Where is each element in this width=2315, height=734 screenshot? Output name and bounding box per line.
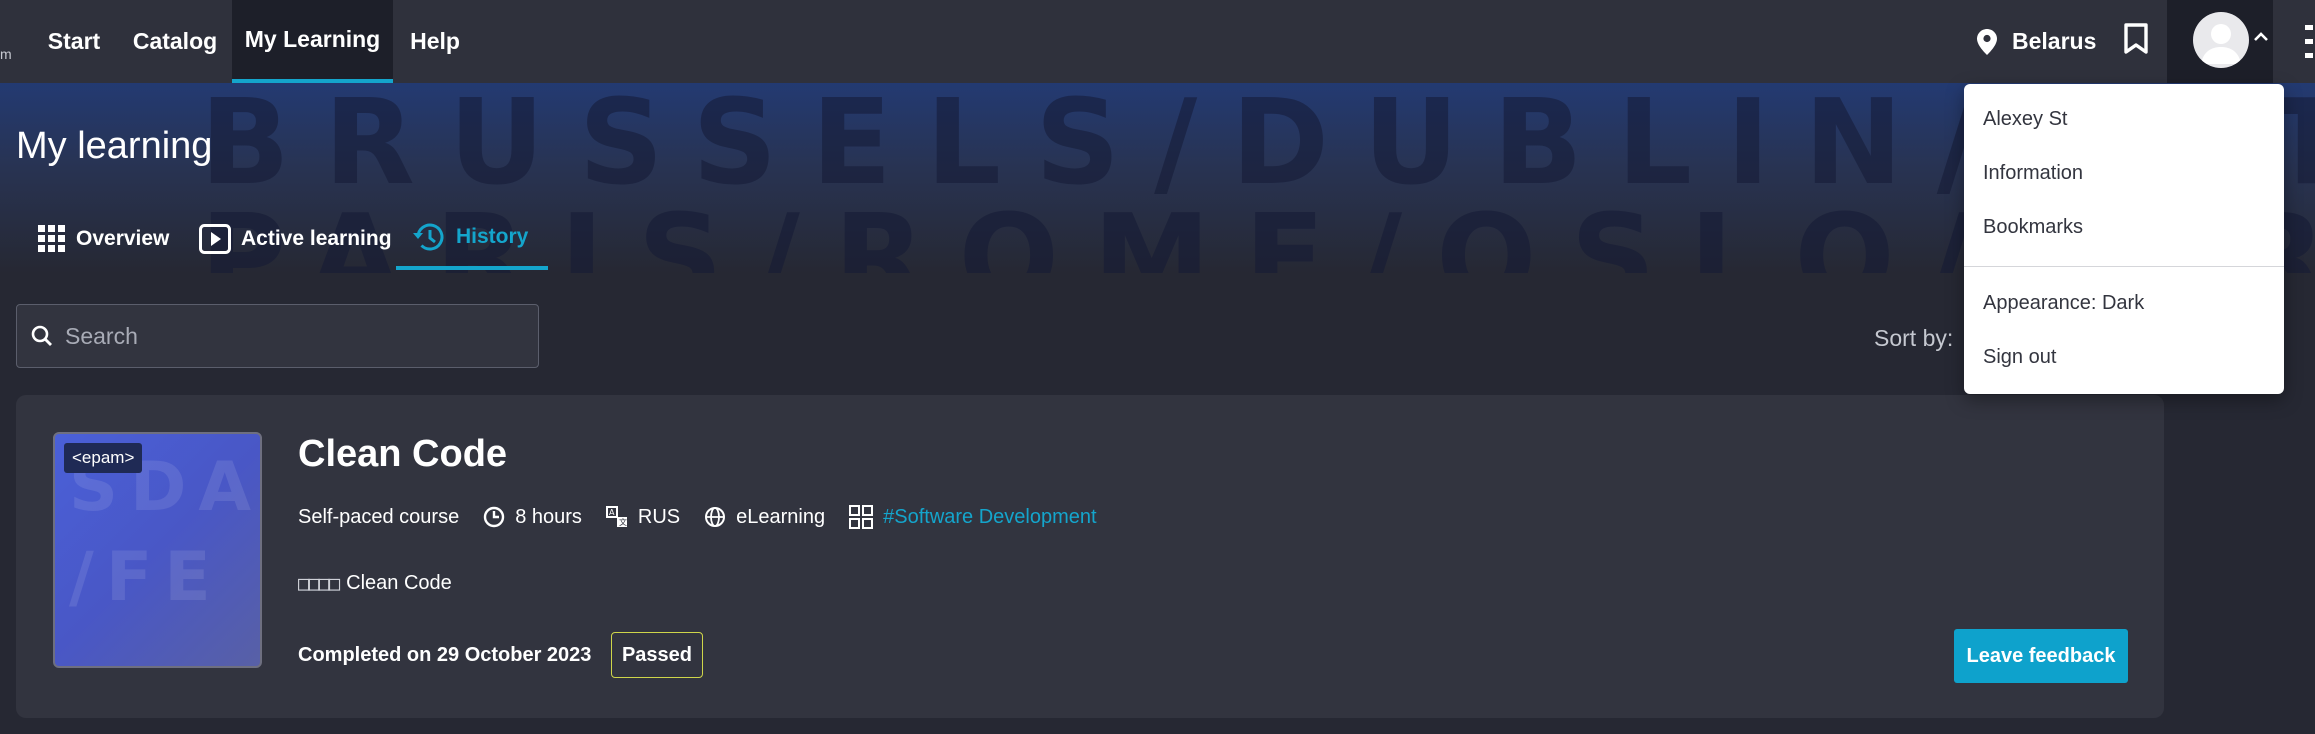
- play-icon: [199, 224, 231, 254]
- bookmark-icon[interactable]: [2122, 22, 2150, 56]
- epam-logo: <epam>: [64, 443, 143, 473]
- map-pin-icon: [1977, 28, 1997, 55]
- course-duration-label: 8 hours: [515, 505, 582, 528]
- course-thumbnail[interactable]: SDA /FE <epam>: [53, 432, 262, 668]
- course-type: Self-paced course: [298, 506, 459, 529]
- chevron-up-icon[interactable]: [2253, 31, 2269, 43]
- course-duration: 8 hours: [483, 506, 582, 529]
- location-selector[interactable]: Belarus: [1976, 0, 2096, 83]
- user-menu-bookmarks[interactable]: Bookmarks: [1983, 216, 2083, 239]
- user-menu-dropdown: Alexey St Information Bookmarks Appearan…: [1964, 84, 2284, 394]
- search-box[interactable]: [16, 304, 539, 368]
- course-meta: Self-paced course 8 hours A文 RUS eLearni…: [298, 505, 1121, 529]
- course-title[interactable]: Clean Code: [298, 433, 507, 476]
- search-input[interactable]: [65, 322, 515, 350]
- user-menu-name[interactable]: Alexey St: [1983, 108, 2067, 131]
- nav-item-my-learning[interactable]: My Learning: [232, 0, 393, 83]
- translate-icon: A文: [605, 506, 627, 527]
- category-grid-icon: [849, 505, 874, 529]
- history-icon: [413, 223, 444, 251]
- course-tag[interactable]: #Software Development: [849, 505, 1097, 529]
- tab-history-label: History: [456, 225, 529, 248]
- course-description: □□□□ Clean Code: [298, 571, 452, 595]
- tab-overview-label: Overview: [76, 227, 170, 250]
- leave-feedback-button[interactable]: Leave feedback: [1954, 629, 2128, 683]
- description-text: Clean Code: [346, 571, 452, 594]
- page-title: My learning: [16, 125, 213, 167]
- top-navigation: m Start Catalog My Learning Help Belarus: [0, 0, 2315, 83]
- tab-overview[interactable]: Overview: [38, 208, 169, 270]
- course-card[interactable]: SDA /FE <epam> Clean Code Self-paced cou…: [16, 395, 2164, 718]
- tab-active-learning-label: Active learning: [241, 227, 392, 250]
- search-icon: [31, 325, 52, 346]
- brand-logo-fragment[interactable]: m: [0, 46, 12, 62]
- nav-item-start[interactable]: Start: [36, 0, 112, 83]
- globe-icon: [705, 507, 726, 527]
- nav-item-help[interactable]: Help: [400, 0, 470, 83]
- course-format-label: eLearning: [736, 505, 826, 528]
- user-menu-appearance[interactable]: Appearance: Dark: [1983, 292, 2144, 315]
- course-format: eLearning: [704, 506, 825, 529]
- sort-by-label: Sort by:: [1874, 325, 1954, 351]
- user-menu-information[interactable]: Information: [1983, 162, 2083, 185]
- avatar[interactable]: [2193, 12, 2249, 68]
- tab-active-learning[interactable]: Active learning: [199, 208, 392, 270]
- user-menu-toggle[interactable]: [2167, 0, 2273, 83]
- course-type-label: Self-paced course: [298, 505, 460, 528]
- kebab-menu-icon[interactable]: [2305, 22, 2315, 62]
- thumbnail-watermark-2: /FE: [69, 538, 223, 617]
- grid-icon: [38, 225, 65, 252]
- user-silhouette-icon: [2201, 24, 2241, 64]
- location-label: Belarus: [2012, 28, 2097, 54]
- course-tag-link[interactable]: #Software Development: [883, 506, 1096, 529]
- menu-divider: [1964, 266, 2284, 267]
- nav-item-catalog[interactable]: Catalog: [124, 0, 226, 83]
- status-badge: Passed: [611, 632, 703, 678]
- clock-icon: [484, 506, 505, 528]
- svg-text:文: 文: [619, 517, 627, 527]
- course-language: A文 RUS: [605, 505, 681, 529]
- tab-history[interactable]: History: [396, 208, 549, 270]
- description-placeholder-glyphs: □□□□: [298, 571, 340, 595]
- user-menu-sign-out[interactable]: Sign out: [1983, 346, 2056, 369]
- completion-date: Completed on 29 October 2023: [298, 644, 592, 666]
- svg-text:A: A: [609, 508, 615, 517]
- course-language-label: RUS: [637, 505, 681, 528]
